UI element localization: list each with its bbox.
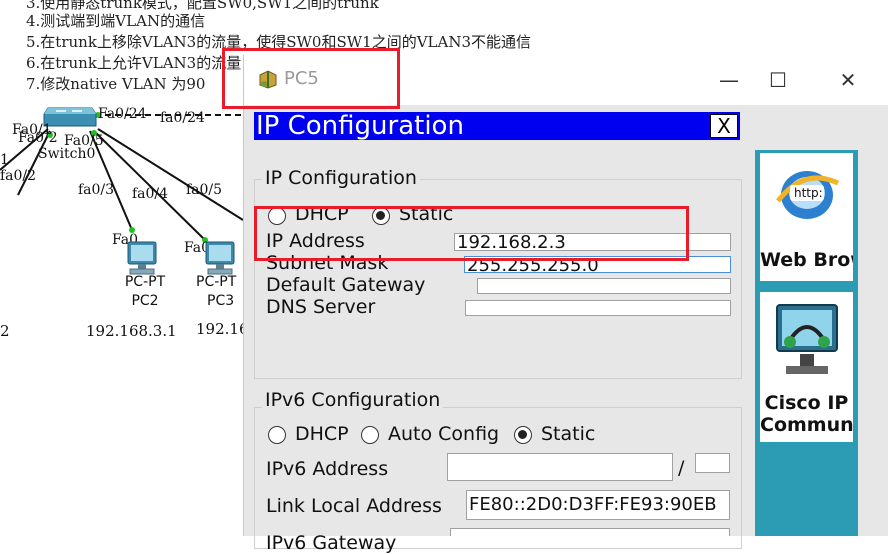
port-label: Fa0/24 (98, 106, 147, 122)
web-browser-label: Web Browser (760, 249, 853, 271)
ip-communicator-icon (776, 304, 838, 374)
port-label: fa0/2 (0, 168, 37, 184)
maximize-button[interactable]: ☐ (758, 65, 798, 95)
device-name-label: Switch0 (38, 146, 96, 162)
port-label: fa0/3 (78, 182, 115, 198)
web-browser-icon: http: (776, 171, 840, 219)
pc-name-label: PC2 (131, 293, 159, 309)
ipv6-address-label: IPv6 Address (266, 458, 389, 480)
web-browser-app[interactable]: http: Web Browser (760, 153, 853, 281)
ipv6-auto-config-radio[interactable] (361, 426, 379, 444)
ip-config-title: IP Configuration (256, 111, 464, 141)
ipv6-static-label: Static (541, 423, 596, 445)
prefix-separator: / (678, 457, 685, 479)
highlight-box-title (222, 48, 400, 109)
pc-type-label: PC-PT (196, 274, 237, 290)
ipv6-prefix-input[interactable] (695, 453, 730, 473)
ipv6-address-input[interactable] (447, 453, 673, 481)
link-local-address-input[interactable]: FE80::2D0:D3FF:FE93:90EB (466, 490, 730, 520)
default-gateway-label: Default Gateway (266, 274, 426, 296)
pc-icon[interactable] (124, 240, 160, 276)
dns-server-input[interactable] (465, 300, 731, 316)
pc5-window: PC5 — ☐ ✕ IP Configuration X IP Configur… (243, 55, 888, 554)
highlight-box-ip (254, 206, 689, 261)
close-button[interactable]: ✕ (828, 65, 868, 95)
ipv4-group-title: IP Configuration (262, 167, 420, 189)
task-item: 4.测试端到端VLAN的通信 (26, 12, 206, 30)
desktop-apps-panel: http: Web Browser Cisco IP Communicator (755, 150, 858, 536)
minimize-button[interactable]: — (709, 65, 749, 95)
pc-name-label: PC3 (207, 293, 235, 309)
pc-type-label: PC-PT (124, 274, 166, 290)
ipv6-dhcp-radio[interactable] (268, 426, 286, 444)
link-local-address-label: Link Local Address (266, 495, 442, 517)
pc-icon[interactable] (202, 240, 238, 276)
ip-communicator-label: Cisco IP Communicator (760, 392, 853, 436)
ipv6-static-radio[interactable] (514, 426, 532, 444)
link-local-address-value: FE80::2D0:D3FF:FE93:90EB (469, 494, 717, 515)
http-icon-text: http: (794, 186, 823, 200)
port-label: fa0/24 (160, 110, 205, 126)
ip-communicator-app[interactable]: Cisco IP Communicator (760, 292, 853, 442)
ipv6-dhcp-label: DHCP (295, 423, 349, 445)
task-item: 7.修改native VLAN 为90 (26, 75, 206, 93)
port-label: fa0/4 (132, 186, 169, 202)
ip-config-header: IP Configuration X (254, 112, 740, 140)
ipv6-gateway-label: IPv6 Gateway (266, 532, 397, 554)
port-label: 1 (0, 152, 9, 168)
pc-ip-label: 192.16 (196, 320, 249, 338)
ipv6-auto-config-label: Auto Config (388, 423, 500, 445)
ipv6-group-title: IPv6 Configuration (262, 389, 444, 411)
port-label: fa0/5 (186, 182, 223, 198)
ip-config-close-button[interactable]: X (710, 114, 738, 138)
pc-ip-label: 192.168.3.1 (86, 322, 177, 340)
default-gateway-input[interactable] (477, 278, 731, 294)
port-label: Fa0/2 (18, 130, 58, 146)
dns-server-label: DNS Server (266, 296, 376, 318)
pc-ip-label: 2 (0, 322, 10, 340)
ipv6-gateway-input[interactable] (450, 528, 730, 536)
